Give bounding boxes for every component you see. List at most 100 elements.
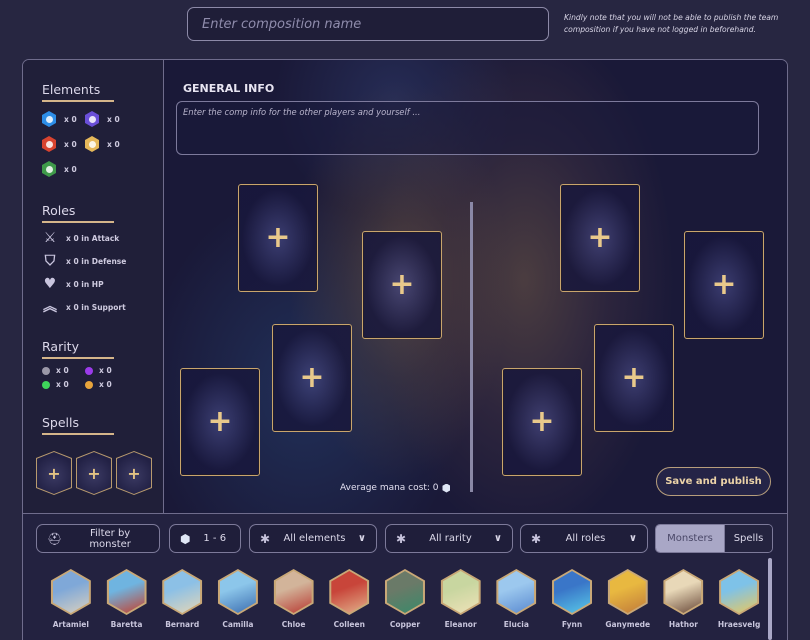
monster-name: Elucia — [503, 620, 529, 629]
dark-element-icon — [85, 111, 99, 127]
element-count-fire: x 0 — [42, 136, 77, 152]
sword-icon: ⚔ — [43, 230, 57, 246]
monster-slot-right-3[interactable]: + — [594, 324, 674, 432]
monster-name: Baretta — [110, 620, 143, 629]
role-count-label: x 0 in Attack — [66, 233, 120, 243]
monster-item[interactable]: Artamiel — [43, 569, 99, 629]
element-count-value: x 0 — [64, 114, 77, 124]
monster-name: Chloe — [281, 620, 306, 629]
asterisk-icon: ✱ — [396, 531, 407, 546]
chevron-down-icon: ∨ — [357, 533, 366, 544]
monster-slot-left-1[interactable]: + — [238, 184, 318, 292]
monster-portrait-frame — [106, 569, 147, 615]
team-board: GENERAL INFO + + + + + + + + Average man… — [164, 60, 787, 513]
monster-portrait — [164, 571, 201, 613]
mana-range-label: 1 - 6 — [203, 533, 227, 544]
monster-item[interactable]: Eleanor — [433, 569, 489, 629]
monster-portrait — [721, 571, 758, 613]
monster-item[interactable]: Ganymede — [600, 569, 656, 629]
composition-name-input[interactable] — [187, 7, 549, 41]
role-count-defense: ⛉ x 0 in Defense — [42, 253, 127, 269]
monster-item[interactable]: Camilla — [210, 569, 266, 629]
mana-range-filter[interactable]: ⬢ 1 - 6 — [169, 524, 241, 553]
rarity-filter-dropdown[interactable]: ✱ All rarity ∨ — [385, 524, 513, 553]
monster-item[interactable]: Copper — [377, 569, 433, 629]
plus-icon: + — [265, 220, 291, 255]
water-element-icon — [42, 111, 56, 127]
monster-name: Hathor — [668, 620, 698, 629]
roles-heading: Roles — [42, 203, 114, 223]
role-count-attack: ⚔ x 0 in Attack — [42, 230, 120, 246]
element-count-value: x 0 — [107, 139, 120, 149]
monster-portrait — [498, 571, 535, 613]
rarity-heading: Rarity — [42, 339, 114, 359]
monster-item[interactable]: Colleen — [321, 569, 377, 629]
monster-portrait-frame — [719, 569, 760, 615]
monster-item[interactable]: Fynn — [544, 569, 600, 629]
monster-portrait-frame — [440, 569, 481, 615]
monster-slot-left-2[interactable]: + — [362, 231, 442, 339]
monster-item[interactable]: Chloe — [266, 569, 322, 629]
plus-icon: + — [47, 463, 61, 483]
plus-icon: + — [299, 360, 325, 395]
element-count-value: x 0 — [107, 114, 120, 124]
monster-picker-panel: ⛑ Filter by monster ⬢ 1 - 6 ✱ All elemen… — [22, 514, 788, 640]
monster-slot-right-1[interactable]: + — [560, 184, 640, 292]
legendary-rarity-dot-icon — [85, 380, 93, 389]
save-and-publish-button[interactable]: Save and publish — [656, 467, 771, 496]
monster-item[interactable]: Bernard — [154, 569, 210, 629]
roles-filter-dropdown[interactable]: ✱ All roles ∨ — [520, 524, 648, 553]
heart-icon: ♥ — [43, 276, 57, 292]
monster-portrait — [219, 571, 256, 613]
monster-list-scrollbar[interactable] — [768, 558, 772, 640]
monster-name: Artamiel — [52, 620, 89, 629]
monster-list: Artamiel Baretta Bernard Camilla Chloe Collee… — [43, 569, 767, 629]
filter-by-monster-button[interactable]: ⛑ Filter by monster — [36, 524, 160, 553]
average-mana-label: Average mana cost: 0 — [340, 483, 439, 493]
monster-slot-right-4[interactable]: + — [502, 368, 582, 476]
plus-icon: + — [529, 404, 555, 439]
spell-slot-1[interactable]: + — [37, 452, 71, 494]
element-count-nature: x 0 — [42, 161, 77, 177]
role-count-hp: ♥ x 0 in HP — [42, 276, 104, 292]
monster-portrait-frame — [162, 569, 203, 615]
rare-rarity-dot-icon — [42, 380, 50, 389]
elements-filter-dropdown[interactable]: ✱ All elements ∨ — [249, 524, 377, 553]
monster-portrait — [554, 571, 591, 613]
nature-element-icon — [42, 161, 56, 177]
plus-icon: + — [621, 360, 647, 395]
plus-icon: + — [389, 267, 415, 302]
monster-slot-left-3[interactable]: + — [272, 324, 352, 432]
monster-item[interactable]: Hathor — [656, 569, 712, 629]
monster-portrait-frame — [384, 569, 425, 615]
helmet-icon: ⛑ — [47, 531, 63, 546]
filter-by-monster-label: Filter by monster — [89, 527, 131, 550]
element-count-value: x 0 — [64, 139, 77, 149]
tab-spells[interactable]: Spells — [724, 525, 772, 552]
plus-icon: + — [127, 463, 141, 483]
monster-portrait-frame — [496, 569, 537, 615]
common-rarity-dot-icon — [42, 366, 50, 375]
tab-monsters[interactable]: Monsters — [656, 525, 724, 552]
monster-portrait — [665, 571, 702, 613]
mana-crystal-icon — [442, 483, 451, 493]
monster-portrait-frame — [217, 569, 258, 615]
monster-name: Ganymede — [605, 620, 651, 629]
monster-item[interactable]: Baretta — [99, 569, 155, 629]
monster-slot-left-4[interactable]: + — [180, 368, 260, 476]
monster-item[interactable]: Elucia — [489, 569, 545, 629]
monster-portrait-frame — [552, 569, 593, 615]
spell-slot-2[interactable]: + — [77, 452, 111, 494]
plus-icon: + — [87, 463, 101, 483]
role-count-label: x 0 in Defense — [66, 256, 127, 266]
rarity-count-rare: x 0 — [42, 380, 69, 389]
comp-info-textarea[interactable] — [176, 101, 759, 155]
monster-portrait-frame — [663, 569, 704, 615]
monster-item[interactable]: Hraesvelg — [711, 569, 767, 629]
composition-builder-panel: Elements x 0 x 0 x 0 x 0 x 0 Roles ⚔ x 0… — [22, 59, 788, 514]
spell-slot-3[interactable]: + — [117, 452, 151, 494]
monster-slot-right-2[interactable]: + — [684, 231, 764, 339]
elements-filter-label: All elements — [283, 533, 346, 544]
monster-name: Colleen — [333, 620, 365, 629]
monster-name: Hraesvelg — [717, 620, 761, 629]
